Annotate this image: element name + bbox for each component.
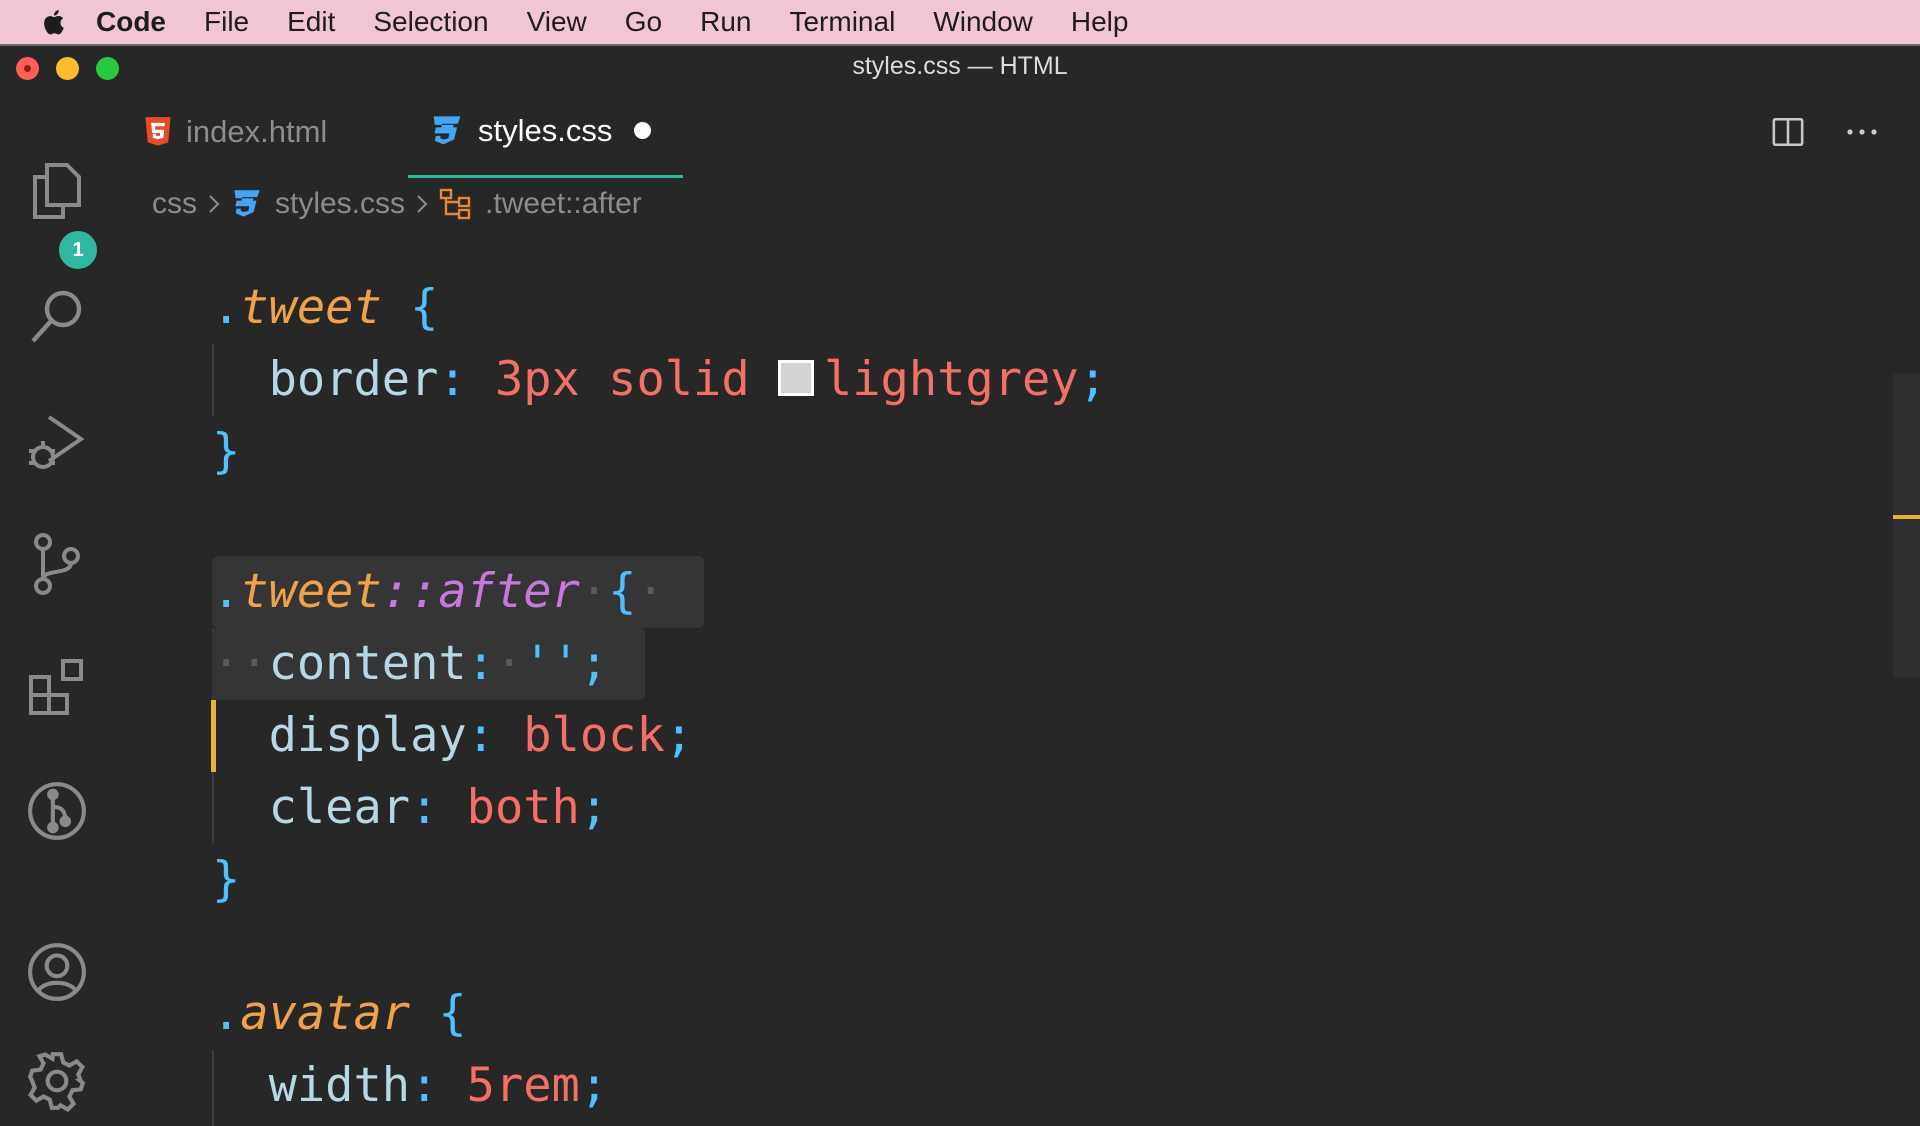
apple-logo-icon[interactable] <box>40 7 70 37</box>
code-token: ; <box>1078 352 1107 407</box>
code-token: : <box>466 708 495 763</box>
code-selector: tweet <box>240 280 382 335</box>
code-line: display: block; <box>212 700 693 772</box>
code-token: . <box>212 986 241 1041</box>
explorer-badge: 1 <box>56 228 100 272</box>
code-value: 5rem <box>466 1058 580 1113</box>
code-token: ; <box>664 708 694 763</box>
tab-label: index.html <box>186 114 328 149</box>
window-title: styles.css — HTML <box>852 52 1068 80</box>
code-line: clear: both; <box>212 772 609 844</box>
whitespace-marker: · <box>579 564 609 619</box>
css3-icon <box>433 115 461 144</box>
code-line: .avatar { <box>212 978 467 1050</box>
extensions-icon[interactable] <box>22 652 92 722</box>
activity-bar: 1 <box>0 86 116 1112</box>
menu-edit[interactable]: Edit <box>287 0 335 44</box>
title-bar: styles.css — HTML <box>0 46 1920 86</box>
scrollbar-change-marker <box>1893 515 1920 519</box>
code-line: border: 3px solid lightgrey; <box>212 344 1107 416</box>
breadcrumb-file[interactable]: styles.css <box>275 187 405 221</box>
whitespace-marker: · <box>494 636 524 691</box>
code-property: clear <box>268 780 411 835</box>
tab-index-html[interactable]: index.html <box>144 86 327 178</box>
tab-styles-css[interactable]: styles.css <box>408 86 683 178</box>
editor-window: styles.css — HTML 1 index.html styles.cs… <box>0 44 1920 1126</box>
code-token: : <box>466 636 495 691</box>
breadcrumb-folder[interactable]: css <box>152 187 197 221</box>
search-icon[interactable] <box>22 282 92 352</box>
breadcrumb-symbol[interactable]: .tweet::after <box>485 187 642 221</box>
code-property: border <box>268 352 439 407</box>
more-actions-icon[interactable] <box>1840 110 1884 154</box>
git-graph-icon[interactable] <box>22 776 92 846</box>
code-token: } <box>212 852 241 907</box>
code-token: ; <box>579 1058 609 1113</box>
code-line: width: 5rem; <box>212 1050 609 1122</box>
code-selector: tweet <box>240 564 382 619</box>
code-value: block <box>523 708 665 763</box>
unsaved-changes-dot[interactable] <box>634 122 652 139</box>
code-token: } <box>212 424 241 479</box>
code-token: : <box>410 780 439 835</box>
code-property: content <box>268 636 467 691</box>
code-token: . <box>212 564 241 619</box>
menu-window[interactable]: Window <box>933 0 1033 44</box>
code-token: { <box>608 564 637 619</box>
menu-help[interactable]: Help <box>1071 0 1129 44</box>
whitespace-marker: · <box>636 564 665 619</box>
code-selector: avatar <box>240 986 411 1041</box>
split-editor-icon[interactable] <box>1766 110 1810 154</box>
code-line: ··content:·''; <box>212 628 608 700</box>
code-pseudo: ::after <box>381 564 580 619</box>
settings-gear-icon[interactable] <box>22 1046 92 1116</box>
symbol-selector-icon <box>439 188 471 220</box>
vertical-scrollbar[interactable] <box>1893 374 1920 678</box>
code-token: { <box>410 280 439 335</box>
modified-line-indicator <box>211 700 216 772</box>
chevron-right-icon <box>209 195 220 213</box>
code-property: width <box>268 1058 411 1113</box>
whitespace-marker: ·· <box>212 636 269 691</box>
menu-run[interactable]: Run <box>700 0 751 44</box>
code-token: . <box>212 280 241 335</box>
tab-bar: index.html styles.css <box>116 86 1920 178</box>
css3-icon <box>234 190 260 217</box>
code-line: .tweet { <box>212 272 438 344</box>
source-control-icon[interactable] <box>22 529 92 599</box>
menu-app-name[interactable]: Code <box>96 0 166 44</box>
code-property: display <box>268 708 467 763</box>
code-token: ; <box>579 636 609 691</box>
code-line: } <box>212 844 240 916</box>
explorer-icon[interactable] <box>22 156 92 226</box>
tab-label: styles.css <box>478 112 613 148</box>
code-editor[interactable]: .tweet { border: 3px solid lightgrey; } … <box>212 272 1892 1126</box>
code-value: '' <box>523 636 580 691</box>
chevron-right-icon <box>417 195 428 213</box>
menu-selection[interactable]: Selection <box>373 0 488 44</box>
menu-terminal[interactable]: Terminal <box>789 0 895 44</box>
menu-file[interactable]: File <box>204 0 249 44</box>
breadcrumb: css styles.css .tweet::after <box>152 182 642 226</box>
code-token: : <box>438 352 467 407</box>
code-token: : <box>410 1058 439 1113</box>
code-token: { <box>438 986 467 1041</box>
html5-icon <box>145 117 171 146</box>
code-value: 3px solid <box>494 352 778 407</box>
menu-go[interactable]: Go <box>625 0 662 44</box>
code-line: .tweet::after·{· <box>212 556 665 628</box>
menu-view[interactable]: View <box>527 0 587 44</box>
macos-menu-bar: Code File Edit Selection View Go Run Ter… <box>0 0 1920 44</box>
code-value: both <box>466 780 580 835</box>
code-value: lightgrey <box>823 352 1079 407</box>
code-line: } <box>212 416 240 488</box>
code-token: ; <box>579 780 609 835</box>
color-swatch[interactable] <box>777 359 814 396</box>
run-debug-icon[interactable] <box>22 406 92 476</box>
accounts-icon[interactable] <box>22 937 92 1007</box>
